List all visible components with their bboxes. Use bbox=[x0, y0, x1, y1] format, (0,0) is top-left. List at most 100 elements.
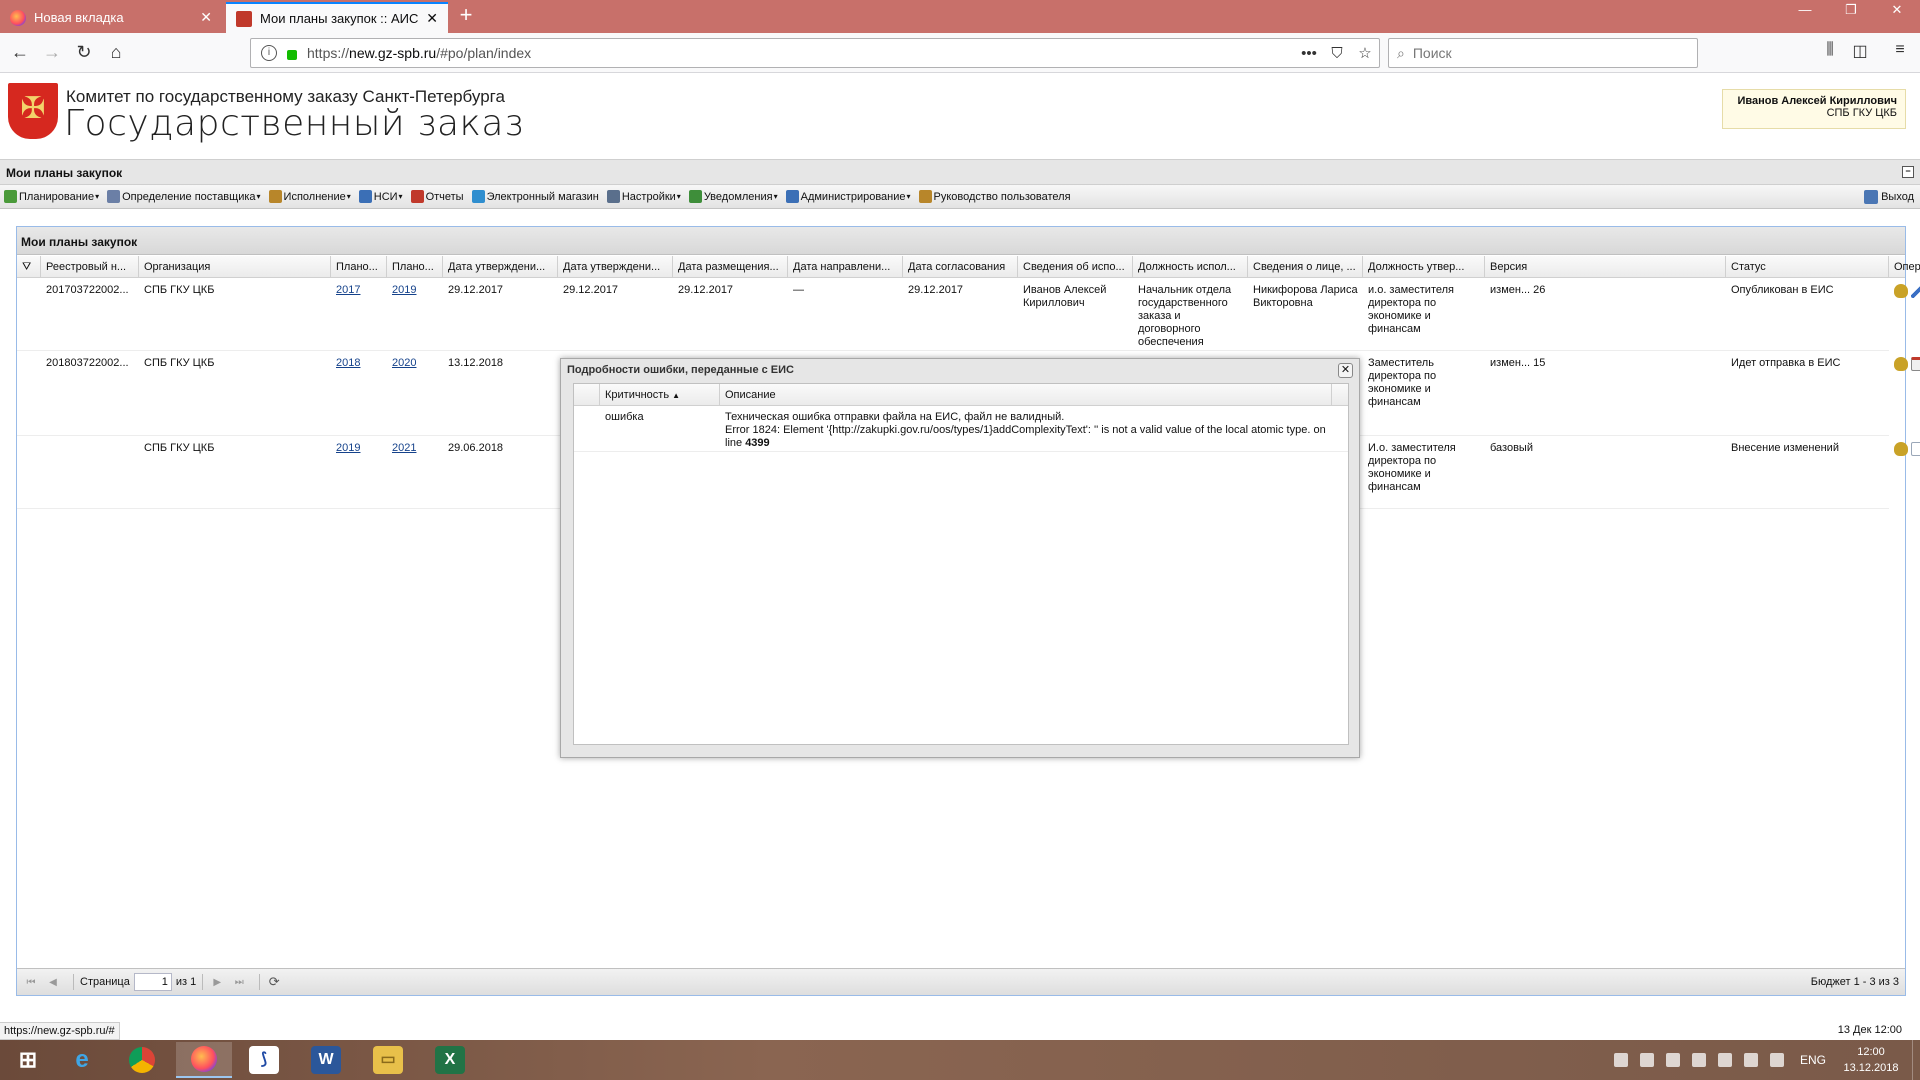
clock[interactable]: 12:00 13.12.2018 bbox=[1836, 1044, 1906, 1076]
prev-page-icon[interactable]: ◀ bbox=[45, 977, 61, 988]
language-indicator[interactable]: ENG bbox=[1800, 1053, 1826, 1067]
menu-item-planning[interactable]: Планирование ▾ bbox=[4, 190, 99, 203]
column-header-description[interactable]: Описание bbox=[720, 384, 1332, 406]
next-page-icon[interactable]: ▶ bbox=[209, 977, 225, 988]
column-header[interactable]: Должность утвер... bbox=[1363, 256, 1485, 278]
library-icon[interactable]: ⫼ bbox=[1818, 41, 1842, 59]
file-explorer-icon[interactable]: ▭ bbox=[360, 1042, 416, 1078]
menu-item-supplier[interactable]: Определение поставщика ▾ bbox=[107, 190, 261, 203]
monitor-tray-icon[interactable] bbox=[1743, 1053, 1758, 1067]
site-header: Комитет по государственному заказу Санкт… bbox=[0, 73, 1920, 159]
column-header[interactable]: Плано... bbox=[331, 256, 387, 278]
table-row[interactable]: 201703722002... СПБ ГКУ ЦКБ 2017 2019 29.12.… bbox=[17, 278, 1920, 351]
column-header[interactable]: Операции bbox=[1889, 256, 1920, 278]
menu-item-admin[interactable]: Администрирование ▾ bbox=[785, 190, 911, 203]
windows-start-icon[interactable]: ⊞ bbox=[0, 1042, 56, 1078]
column-header[interactable]: Сведения о лице, ... bbox=[1248, 256, 1363, 278]
menu-item-label: Исполнение bbox=[283, 190, 346, 203]
internet-explorer-icon[interactable]: e bbox=[54, 1042, 110, 1078]
crest-icon[interactable] bbox=[1894, 442, 1908, 456]
menu-item-reports[interactable]: Отчеты bbox=[410, 190, 464, 203]
grid-filter-icon[interactable]: ⛛ bbox=[17, 256, 41, 278]
pencil-icon[interactable] bbox=[1911, 284, 1920, 298]
column-header[interactable]: Реестровый н... bbox=[41, 256, 139, 278]
browser-tab-bar: Новая вкладка ✕ Мои планы закупок :: АИС… bbox=[0, 0, 1920, 33]
last-page-icon[interactable]: ⏭ bbox=[231, 977, 247, 988]
1c-icon[interactable]: ⟆ bbox=[236, 1042, 292, 1078]
excel-icon[interactable]: X bbox=[422, 1042, 478, 1078]
firefox-taskbar-icon[interactable] bbox=[176, 1042, 232, 1078]
plan-year-link[interactable]: 2020 bbox=[392, 357, 416, 369]
sidebar-icon[interactable]: ◫ bbox=[1848, 41, 1872, 61]
close-icon[interactable]: ✕ bbox=[1338, 363, 1353, 378]
crest-icon[interactable] bbox=[1894, 357, 1908, 371]
column-header[interactable]: Плано... bbox=[387, 256, 443, 278]
url-prefix: https:// bbox=[307, 45, 350, 61]
first-page-icon[interactable]: ⏮ bbox=[23, 977, 39, 988]
cell-d2: 29.12.2017 bbox=[563, 284, 619, 296]
restore-icon[interactable]: ❐ bbox=[1828, 0, 1874, 22]
word-icon[interactable]: W bbox=[298, 1042, 354, 1078]
column-header[interactable]: Дата размещения... bbox=[673, 256, 788, 278]
column-header[interactable]: Организация bbox=[139, 256, 331, 278]
column-header-severity[interactable]: Критичность ▲ bbox=[600, 384, 720, 406]
edit-form-icon[interactable] bbox=[1911, 442, 1920, 456]
1c-tray-icon[interactable] bbox=[1613, 1053, 1628, 1067]
address-bar[interactable]: i https://new.gz-spb.ru/#po/plan/index •… bbox=[250, 38, 1380, 68]
column-header[interactable]: Должность испол... bbox=[1133, 256, 1248, 278]
column-header[interactable]: Дата утверждени... bbox=[443, 256, 558, 278]
chevron-down-icon: ▾ bbox=[398, 192, 403, 201]
menu-item-execution[interactable]: Исполнение ▾ bbox=[268, 190, 351, 203]
menu-item-settings[interactable]: Настройки ▾ bbox=[606, 190, 681, 203]
column-header[interactable]: Статус bbox=[1726, 256, 1889, 278]
plan-year-link[interactable]: 2018 bbox=[336, 357, 360, 369]
volume-icon[interactable] bbox=[1769, 1053, 1784, 1067]
close-tab-icon[interactable]: ✕ bbox=[426, 10, 438, 27]
menu-icon[interactable]: ≡ bbox=[1888, 41, 1912, 59]
collapse-icon[interactable]: − bbox=[1902, 166, 1914, 178]
tray-icon[interactable] bbox=[1717, 1053, 1732, 1067]
crest-icon[interactable] bbox=[1894, 284, 1908, 298]
error-row[interactable]: ошибка Техническая ошибка отправки файла… bbox=[574, 406, 1348, 452]
page-actions-icon[interactable]: ••• bbox=[1295, 45, 1323, 62]
menu-item-notifications[interactable]: Уведомления ▾ bbox=[688, 190, 778, 203]
column-header[interactable]: Дата направлени... bbox=[788, 256, 903, 278]
forward-icon[interactable]: → bbox=[40, 41, 64, 65]
pen-tray-icon[interactable] bbox=[1639, 1053, 1654, 1067]
close-tab-icon[interactable]: ✕ bbox=[200, 9, 212, 26]
close-window-icon[interactable]: ✕ bbox=[1874, 0, 1920, 22]
cell-from: 2018 bbox=[331, 357, 387, 370]
back-icon[interactable]: ← bbox=[8, 41, 32, 65]
menu-item-shop[interactable]: Электронный магазин bbox=[471, 190, 599, 203]
bookmark-star-icon[interactable]: ☆ bbox=[1351, 44, 1379, 62]
minimize-icon[interactable]: — bbox=[1782, 0, 1828, 22]
pocket-icon[interactable]: ⛉ bbox=[1323, 45, 1351, 62]
tab-new[interactable]: Новая вкладка ✕ bbox=[0, 2, 222, 33]
column-header[interactable]: Дата утверждени... bbox=[558, 256, 673, 278]
plan-year-link[interactable]: 2019 bbox=[392, 284, 416, 296]
menu-item-manual[interactable]: Руководство пользователя bbox=[918, 190, 1071, 203]
column-header[interactable]: Версия bbox=[1485, 256, 1726, 278]
search-input[interactable]: ⌕ Поиск bbox=[1388, 38, 1698, 68]
menu-item-reference[interactable]: НСИ ▾ bbox=[358, 190, 403, 203]
logout-button[interactable]: Выход bbox=[1864, 190, 1914, 204]
plan-year-link[interactable]: 2021 bbox=[392, 442, 416, 454]
page-number-input[interactable]: 1 bbox=[133, 973, 172, 991]
show-desktop-button[interactable] bbox=[1912, 1040, 1920, 1080]
site-info-icon[interactable]: i bbox=[261, 45, 277, 61]
new-tab-button[interactable]: + bbox=[454, 4, 478, 28]
column-header[interactable]: Дата согласования bbox=[903, 256, 1018, 278]
home-icon[interactable]: ⌂ bbox=[104, 41, 128, 65]
refresh-icon[interactable]: ⟳ bbox=[266, 974, 282, 990]
network-tray-icon[interactable] bbox=[1691, 1053, 1706, 1067]
plan-year-link[interactable]: 2017 bbox=[336, 284, 360, 296]
menu-item-label: Отчеты bbox=[425, 190, 464, 203]
reload-icon[interactable]: ↻ bbox=[72, 41, 96, 65]
calendar-icon[interactable] bbox=[1911, 357, 1920, 371]
flag-tray-icon[interactable] bbox=[1665, 1053, 1680, 1067]
chrome-icon[interactable] bbox=[114, 1042, 170, 1078]
cell-org: СПБ ГКУ ЦКБ bbox=[144, 357, 215, 369]
column-header[interactable]: Сведения об испо... bbox=[1018, 256, 1133, 278]
plan-year-link[interactable]: 2019 bbox=[336, 442, 360, 454]
tab-plans[interactable]: Мои планы закупок :: АИС ГЗ ✕ bbox=[226, 2, 448, 33]
